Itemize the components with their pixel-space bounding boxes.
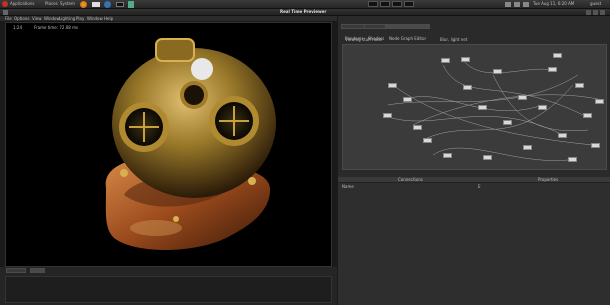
table-body: Name E xyxy=(338,183,610,305)
close-icon[interactable] xyxy=(600,10,605,15)
node-graph-canvas[interactable] xyxy=(342,44,607,170)
menu-bar: File Options View Window Lighting Play W… xyxy=(0,16,337,21)
workspace-2[interactable] xyxy=(380,1,390,7)
graph-node[interactable] xyxy=(388,83,397,88)
table-row-label: Name xyxy=(342,184,354,189)
workspace-4[interactable] xyxy=(404,1,414,7)
graph-node[interactable] xyxy=(583,113,592,118)
network-icon[interactable] xyxy=(505,2,511,7)
graph-node[interactable] xyxy=(493,69,502,74)
menu-window[interactable]: Window xyxy=(44,16,60,21)
graph-node[interactable] xyxy=(483,155,492,160)
battery-icon[interactable] xyxy=(523,2,529,7)
menu-file[interactable]: File xyxy=(5,16,12,21)
graph-node[interactable] xyxy=(443,153,452,158)
graph-node[interactable] xyxy=(518,95,527,100)
column-properties[interactable]: Properties xyxy=(538,178,558,182)
node-connections xyxy=(382,59,604,161)
graph-node[interactable] xyxy=(595,99,604,104)
viewport[interactable]: 1:24 Frame time: 72.08 ms xyxy=(5,22,332,267)
help-launcher-icon[interactable] xyxy=(104,1,111,8)
applications-menu[interactable]: Applications xyxy=(10,2,34,6)
graph-node[interactable] xyxy=(523,145,532,150)
browser-launcher-icon[interactable] xyxy=(80,1,87,8)
bottom-panel: Script Log xyxy=(0,267,337,305)
mail-launcher-icon[interactable] xyxy=(92,2,100,7)
maximize-icon[interactable] xyxy=(593,10,598,15)
window-title: Real Time Previewer xyxy=(280,9,327,14)
menu-play[interactable]: Play xyxy=(76,16,84,21)
graph-node[interactable] xyxy=(558,133,567,138)
graph-node[interactable] xyxy=(503,120,512,125)
table-row-value[interactable]: E xyxy=(478,185,481,189)
log-output[interactable] xyxy=(5,276,332,303)
menu-help[interactable]: Help xyxy=(104,16,113,21)
top-panel: Applications Places System Tue Aug 11, 6… xyxy=(0,0,610,9)
graph-node[interactable] xyxy=(463,85,472,90)
system-menu[interactable]: System xyxy=(60,2,75,6)
terminal-launcher-icon[interactable] xyxy=(116,2,124,7)
menu-view[interactable]: View xyxy=(32,16,42,21)
graph-left-label: Viewing stuff node xyxy=(345,37,383,42)
window-titlebar[interactable]: Real Time Previewer xyxy=(0,9,610,16)
graph-node[interactable] xyxy=(548,67,557,72)
window-menu-icon[interactable] xyxy=(3,10,8,15)
menu-window-2[interactable]: Window xyxy=(87,16,103,21)
menu-options[interactable]: Options xyxy=(14,16,29,21)
graph-node[interactable] xyxy=(403,97,412,102)
user-menu[interactable]: guest xyxy=(590,2,601,6)
graph-node[interactable] xyxy=(441,58,450,63)
workspace-1[interactable] xyxy=(368,1,378,7)
graph-node[interactable] xyxy=(423,138,432,143)
tab-node-graph[interactable]: Node Graph Editor xyxy=(385,24,431,41)
graph-node[interactable] xyxy=(568,157,577,162)
volume-icon[interactable] xyxy=(514,2,520,7)
graph-node[interactable] xyxy=(538,105,547,110)
graph-node[interactable] xyxy=(575,83,584,88)
clock[interactable]: Tue Aug 11, 6:20 AM xyxy=(533,2,574,6)
tab-script[interactable]: Script xyxy=(6,268,26,285)
menu-lighting[interactable]: Lighting xyxy=(59,16,75,21)
tab-log[interactable]: Log xyxy=(30,268,46,285)
graph-node[interactable] xyxy=(591,143,600,148)
distro-logo-icon[interactable] xyxy=(2,1,8,7)
graph-node[interactable] xyxy=(478,105,487,110)
column-connections[interactable]: Connections xyxy=(398,178,423,182)
graph-right-label: Blur, light net xyxy=(440,37,468,42)
places-menu[interactable]: Places xyxy=(45,2,58,6)
graph-node[interactable] xyxy=(553,53,562,58)
workspace-3[interactable] xyxy=(392,1,402,7)
graph-node[interactable] xyxy=(461,57,470,62)
diving-helmet-render xyxy=(105,38,276,251)
app-launcher-icon[interactable] xyxy=(128,1,134,8)
graph-node[interactable] xyxy=(413,125,422,130)
graph-node[interactable] xyxy=(383,113,392,118)
minimize-icon[interactable] xyxy=(586,10,591,15)
